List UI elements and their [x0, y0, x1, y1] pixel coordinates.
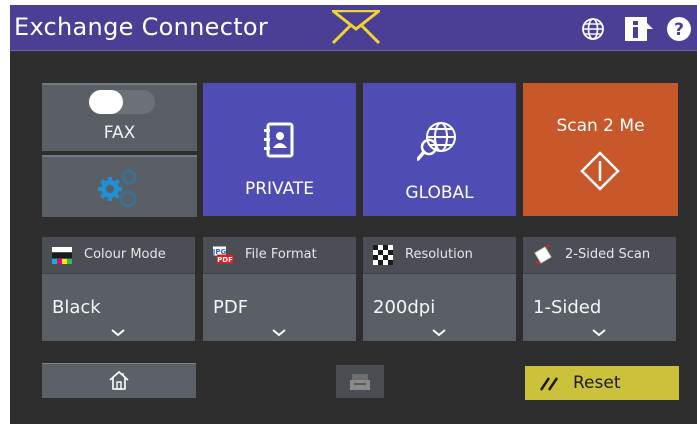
device-screen: Exchange Connector ? FAX PRIVATE GLOBAL … [10, 5, 697, 424]
setting-header: JPG PDF File Format [203, 237, 356, 274]
two-sided-scan-label: 2-Sided Scan [565, 247, 651, 262]
global-label: GLOBAL [405, 183, 474, 203]
home-icon [109, 370, 129, 390]
title-bar: Exchange Connector ? [10, 5, 697, 51]
file-format-label: File Format [245, 247, 317, 262]
two-sided-scan-setting[interactable]: 2-Sided Scan 1-Sided [523, 237, 676, 341]
file-format-icon: JPG PDF [213, 246, 233, 264]
svg-text:?: ? [674, 20, 684, 40]
setting-header: 2-Sided Scan [523, 237, 676, 274]
info-icon[interactable] [623, 15, 655, 43]
settings-tile[interactable] [42, 155, 197, 217]
colour-mode-value: Black [52, 297, 101, 318]
colour-mode-setting[interactable]: Colour Mode Black [42, 237, 195, 341]
chevron-down-icon [432, 329, 446, 337]
resolution-icon [373, 245, 393, 265]
fax-toggle-knob [89, 90, 123, 114]
fax-label: FAX [103, 123, 136, 143]
fax-toggle[interactable] [89, 90, 155, 114]
two-sided-scan-value: 1-Sided [533, 297, 602, 318]
mail-icon[interactable] [332, 10, 380, 44]
fax-tile[interactable]: FAX [42, 83, 197, 151]
help-icon[interactable]: ? [666, 16, 692, 42]
reset-icon [539, 377, 559, 391]
address-book-icon [264, 122, 294, 158]
colour-mode-icon [52, 247, 72, 264]
start-diamond-icon [580, 151, 620, 191]
file-format-value: PDF [213, 297, 249, 318]
resolution-setting[interactable]: Resolution 200dpi [363, 237, 516, 341]
setting-header: Resolution [363, 237, 516, 274]
pdf-icon-text: PDF [217, 256, 233, 264]
file-format-setting[interactable]: JPG PDF File Format PDF [203, 237, 356, 341]
gears-icon [98, 169, 137, 208]
reset-label: Reset [573, 373, 621, 393]
scan-to-me-label: Scan 2 Me [556, 116, 645, 136]
app-title: Exchange Connector [14, 13, 269, 41]
scanner-button [336, 365, 384, 398]
duplex-icon [534, 245, 552, 265]
chevron-down-icon [272, 329, 286, 337]
setting-header: Colour Mode [42, 237, 195, 274]
scanner-icon [350, 374, 370, 390]
scan-to-me-tile[interactable]: Scan 2 Me [523, 83, 678, 216]
reset-button[interactable]: Reset [525, 366, 679, 400]
global-address-book-tile[interactable]: GLOBAL [363, 83, 516, 216]
resolution-value: 200dpi [373, 297, 436, 318]
chevron-down-icon [111, 329, 125, 337]
home-button[interactable] [42, 363, 196, 398]
colour-mode-label: Colour Mode [84, 247, 166, 262]
private-label: PRIVATE [244, 179, 315, 199]
globe-icon[interactable] [581, 17, 605, 41]
resolution-label: Resolution [405, 247, 473, 262]
chevron-down-icon [592, 329, 606, 337]
private-address-book-tile[interactable]: PRIVATE [203, 83, 356, 216]
globe-search-icon [417, 122, 456, 161]
